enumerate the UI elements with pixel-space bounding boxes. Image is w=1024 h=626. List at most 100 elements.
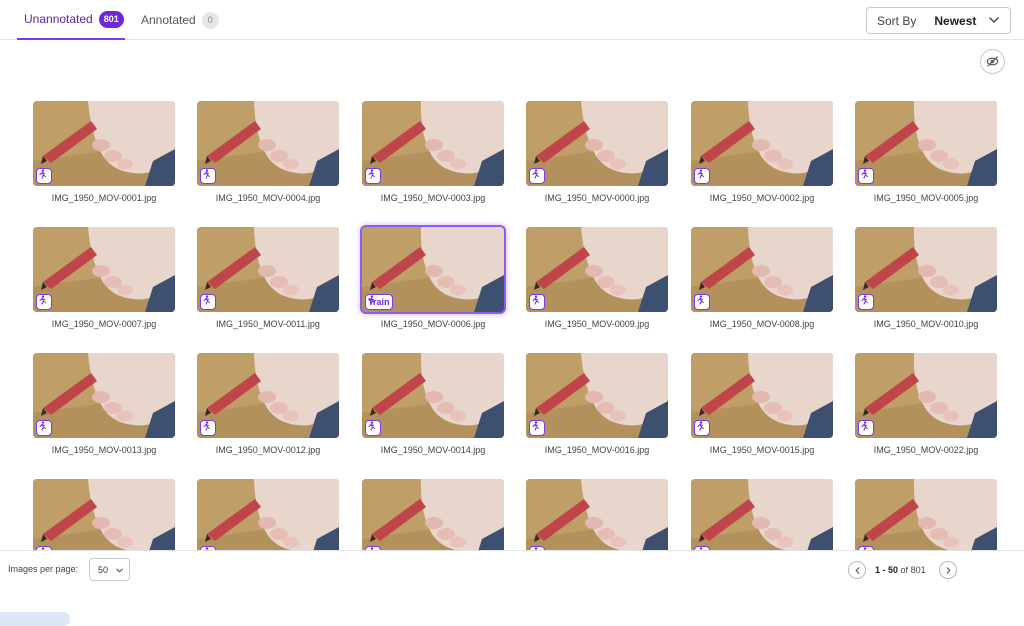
- image-thumbnail[interactable]: [33, 227, 175, 312]
- image-thumbnail[interactable]: [691, 227, 833, 312]
- image-filename: IMG_1950_MOV-0001.jpg: [51, 193, 157, 203]
- image-card[interactable]: [197, 479, 339, 550]
- image-card[interactable]: IMG_1950_MOV-0004.jpg: [197, 101, 339, 203]
- image-thumbnail[interactable]: [362, 479, 504, 550]
- image-filename: IMG_1950_MOV-0014.jpg: [380, 445, 486, 455]
- image-card[interactable]: [855, 479, 997, 550]
- image-thumbnail[interactable]: [855, 479, 997, 550]
- dataset-tag[interactable]: [858, 168, 874, 184]
- running-person-icon: [203, 421, 210, 431]
- dataset-tag[interactable]: [365, 168, 381, 184]
- running-person-icon: [368, 295, 375, 305]
- image-thumbnail[interactable]: [33, 353, 175, 438]
- image-card[interactable]: [33, 479, 175, 550]
- dataset-tag[interactable]: [858, 294, 874, 310]
- image-card[interactable]: IMG_1950_MOV-0002.jpg: [691, 101, 833, 203]
- image-thumbnail[interactable]: [197, 101, 339, 186]
- photo-hand-with-pen: [855, 479, 997, 550]
- tab-unannotated[interactable]: Unannotated 801: [17, 0, 125, 40]
- tab-annotated-label: Annotated: [141, 13, 196, 27]
- image-card[interactable]: Train IMG_1950_MOV-0006.jpg: [360, 225, 506, 329]
- image-card[interactable]: IMG_1950_MOV-0012.jpg: [197, 353, 339, 455]
- dataset-tag[interactable]: [694, 420, 710, 436]
- image-filename: IMG_1950_MOV-0015.jpg: [709, 445, 815, 455]
- image-card[interactable]: [691, 479, 833, 550]
- image-thumbnail[interactable]: [691, 479, 833, 550]
- chevron-right-icon: [946, 566, 950, 574]
- image-card[interactable]: [526, 479, 668, 550]
- image-thumbnail[interactable]: Train: [360, 225, 506, 314]
- dataset-tag[interactable]: [36, 168, 52, 184]
- chevron-down-icon: [989, 17, 999, 23]
- dataset-tag[interactable]: [36, 420, 52, 436]
- dataset-tag[interactable]: [858, 420, 874, 436]
- dataset-tag[interactable]: [529, 168, 545, 184]
- image-thumbnail[interactable]: [526, 101, 668, 186]
- image-filename: IMG_1950_MOV-0012.jpg: [215, 445, 321, 455]
- image-thumbnail[interactable]: [362, 101, 504, 186]
- image-card[interactable]: IMG_1950_MOV-0000.jpg: [526, 101, 668, 203]
- image-card[interactable]: IMG_1950_MOV-0001.jpg: [33, 101, 175, 203]
- image-filename: IMG_1950_MOV-0000.jpg: [544, 193, 650, 203]
- image-thumbnail[interactable]: [33, 101, 175, 186]
- eye-off-icon: [986, 56, 999, 67]
- image-card[interactable]: IMG_1950_MOV-0013.jpg: [33, 353, 175, 455]
- tab-annotated[interactable]: Annotated 0: [134, 0, 224, 40]
- photo-hand-with-pen: [691, 479, 833, 550]
- image-card[interactable]: IMG_1950_MOV-0016.jpg: [526, 353, 668, 455]
- image-card[interactable]: IMG_1950_MOV-0022.jpg: [855, 353, 997, 455]
- image-card[interactable]: IMG_1950_MOV-0007.jpg: [33, 227, 175, 329]
- image-card[interactable]: [362, 479, 504, 550]
- image-card[interactable]: IMG_1950_MOV-0003.jpg: [362, 101, 504, 203]
- dataset-tag[interactable]: [529, 420, 545, 436]
- image-thumbnail[interactable]: [197, 227, 339, 312]
- photo-hand-with-pen: [197, 479, 339, 550]
- running-person-icon: [532, 421, 539, 431]
- image-thumbnail[interactable]: [526, 227, 668, 312]
- dataset-tag[interactable]: Train: [365, 294, 393, 310]
- previous-page-button[interactable]: [848, 561, 866, 579]
- dataset-tag[interactable]: [529, 294, 545, 310]
- image-card[interactable]: IMG_1950_MOV-0009.jpg: [526, 227, 668, 329]
- hide-preview-button[interactable]: [980, 49, 1005, 74]
- image-thumbnail[interactable]: [855, 227, 997, 312]
- image-thumbnail[interactable]: [855, 353, 997, 438]
- image-thumbnail[interactable]: [526, 479, 668, 550]
- image-thumbnail[interactable]: [197, 353, 339, 438]
- image-thumbnail[interactable]: [197, 479, 339, 550]
- running-person-icon: [39, 169, 46, 179]
- image-filename: IMG_1950_MOV-0005.jpg: [873, 193, 979, 203]
- image-card[interactable]: IMG_1950_MOV-0005.jpg: [855, 101, 997, 203]
- photo-hand-with-pen: [33, 101, 175, 186]
- image-card[interactable]: IMG_1950_MOV-0015.jpg: [691, 353, 833, 455]
- images-per-page-label: Images per page:: [8, 564, 79, 574]
- dataset-tag[interactable]: [200, 420, 216, 436]
- next-page-button[interactable]: [939, 561, 957, 579]
- image-card[interactable]: IMG_1950_MOV-0008.jpg: [691, 227, 833, 329]
- running-person-icon: [861, 295, 868, 305]
- dataset-tag[interactable]: [694, 168, 710, 184]
- images-per-page-select[interactable]: 50: [89, 558, 130, 581]
- image-card[interactable]: IMG_1950_MOV-0011.jpg: [197, 227, 339, 329]
- dataset-tag[interactable]: [365, 420, 381, 436]
- image-thumbnail[interactable]: [526, 353, 668, 438]
- dataset-tag[interactable]: [694, 294, 710, 310]
- running-person-icon: [532, 169, 539, 179]
- image-thumbnail[interactable]: [691, 353, 833, 438]
- image-thumbnail[interactable]: [855, 101, 997, 186]
- photo-hand-with-pen: [33, 479, 175, 550]
- image-card[interactable]: IMG_1950_MOV-0014.jpg: [362, 353, 504, 455]
- sort-by-dropdown[interactable]: Sort By Newest: [866, 7, 1011, 34]
- photo-hand-with-pen: [362, 479, 504, 550]
- dataset-tag[interactable]: [200, 168, 216, 184]
- page-range: 1 - 50: [875, 565, 899, 575]
- image-thumbnail[interactable]: [691, 101, 833, 186]
- image-thumbnail[interactable]: [33, 479, 175, 550]
- image-card[interactable]: IMG_1950_MOV-0010.jpg: [855, 227, 997, 329]
- pagination-footer: Images per page: 50 1 - 50 of 801: [0, 550, 1024, 626]
- image-filename: IMG_1950_MOV-0022.jpg: [873, 445, 979, 455]
- image-thumbnail[interactable]: [362, 353, 504, 438]
- dataset-tag[interactable]: [36, 294, 52, 310]
- dataset-tag[interactable]: [200, 294, 216, 310]
- photo-hand-with-pen: [526, 227, 668, 312]
